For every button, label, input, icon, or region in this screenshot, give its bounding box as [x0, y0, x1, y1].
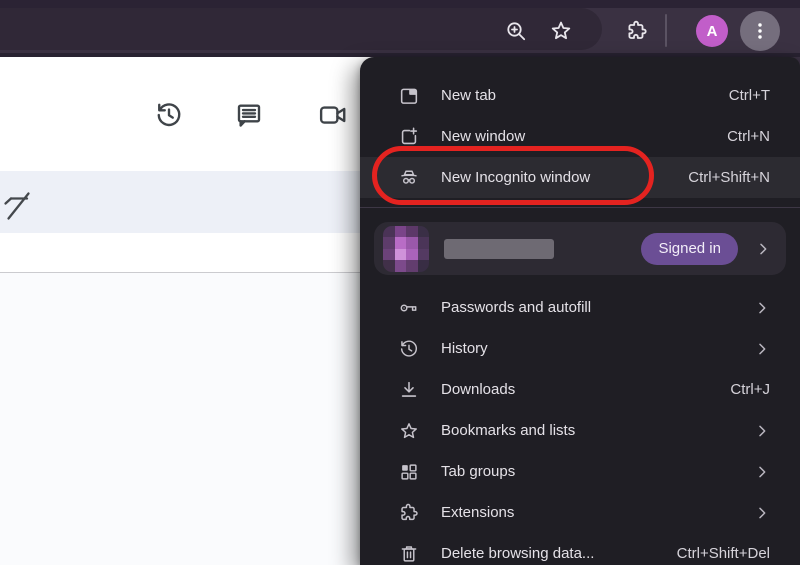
crossed-cursor-icon — [3, 190, 35, 222]
comment-icon[interactable] — [234, 100, 264, 130]
menu-item-label: Extensions — [441, 504, 515, 521]
chevron-right-icon — [754, 300, 770, 316]
menu-item-label: Tab groups — [441, 463, 516, 480]
chevron-right-icon — [754, 341, 770, 357]
menu-item-label: Downloads — [441, 381, 516, 398]
menu-item-new-incognito-window[interactable]: New Incognito window Ctrl+Shift+N — [360, 157, 800, 198]
screenshot-root: A New tab Ctrl+T New window Ctrl+N New I… — [0, 0, 800, 565]
menu-item-label: History — [441, 340, 488, 357]
window-frame-strip — [0, 0, 800, 8]
extensions-puzzle-icon[interactable] — [625, 19, 649, 43]
browser-menu-button[interactable] — [740, 11, 780, 51]
new-window-icon — [398, 126, 420, 148]
menu-item-label: New tab — [441, 87, 497, 104]
chevron-right-icon — [754, 423, 770, 439]
menu-item-shortcut: Ctrl+T — [728, 87, 770, 104]
bookmark-star-icon[interactable] — [549, 19, 573, 43]
chevron-right-icon — [754, 505, 770, 521]
download-icon — [398, 379, 420, 401]
trash-icon — [398, 543, 420, 565]
menu-item-label: Delete browsing data... — [441, 545, 595, 562]
browser-toolbar: A — [0, 0, 800, 57]
extensions-puzzle-icon — [398, 502, 420, 524]
menu-item-bookmarks-and-lists[interactable]: Bookmarks and lists — [360, 410, 800, 451]
profile-name-redacted — [444, 238, 554, 259]
menu-item-new-window[interactable]: New window Ctrl+N — [360, 116, 800, 157]
menu-item-label: New Incognito window — [441, 169, 591, 186]
menu-item-shortcut: Ctrl+Shift+Del — [676, 545, 770, 562]
menu-item-new-tab[interactable]: New tab Ctrl+T — [360, 75, 800, 116]
star-icon — [398, 420, 420, 442]
incognito-icon — [398, 167, 420, 189]
menu-item-tab-groups[interactable]: Tab groups — [360, 451, 800, 492]
menu-item-shortcut: Ctrl+J — [730, 381, 770, 398]
menu-item-label: New window — [441, 128, 526, 145]
video-camera-icon[interactable] — [318, 100, 348, 130]
menu-item-downloads[interactable]: Downloads Ctrl+J — [360, 369, 800, 410]
menu-item-label: Bookmarks and lists — [441, 422, 576, 439]
browser-dropdown-menu: New tab Ctrl+T New window Ctrl+N New Inc… — [360, 57, 800, 565]
signed-in-badge: Signed in — [641, 232, 738, 265]
menu-divider — [360, 207, 800, 208]
three-dots-menu-icon — [758, 23, 762, 39]
menu-item-label: Passwords and autofill — [441, 299, 592, 316]
zoom-in-icon[interactable] — [504, 19, 528, 43]
tab-groups-grid-icon — [398, 461, 420, 483]
menu-item-extensions[interactable]: Extensions — [360, 492, 800, 533]
menu-item-delete-browsing-data[interactable]: Delete browsing data... Ctrl+Shift+Del — [360, 533, 800, 565]
chevron-right-icon — [754, 464, 770, 480]
profile-avatar-pixelated — [383, 225, 429, 272]
menu-item-history[interactable]: History — [360, 328, 800, 369]
profile-avatar[interactable]: A — [696, 15, 728, 47]
menu-item-shortcut: Ctrl+N — [727, 128, 770, 145]
menu-item-shortcut: Ctrl+Shift+N — [688, 169, 770, 186]
chevron-right-icon — [755, 241, 771, 257]
new-tab-icon — [398, 85, 420, 107]
version-history-clock-icon[interactable] — [154, 100, 184, 130]
toolbar-divider — [665, 14, 667, 47]
menu-item-passwords-and-autofill[interactable]: Passwords and autofill — [360, 287, 800, 328]
profile-card[interactable]: Signed in — [374, 222, 786, 275]
history-icon — [398, 338, 420, 360]
key-icon — [398, 297, 420, 319]
